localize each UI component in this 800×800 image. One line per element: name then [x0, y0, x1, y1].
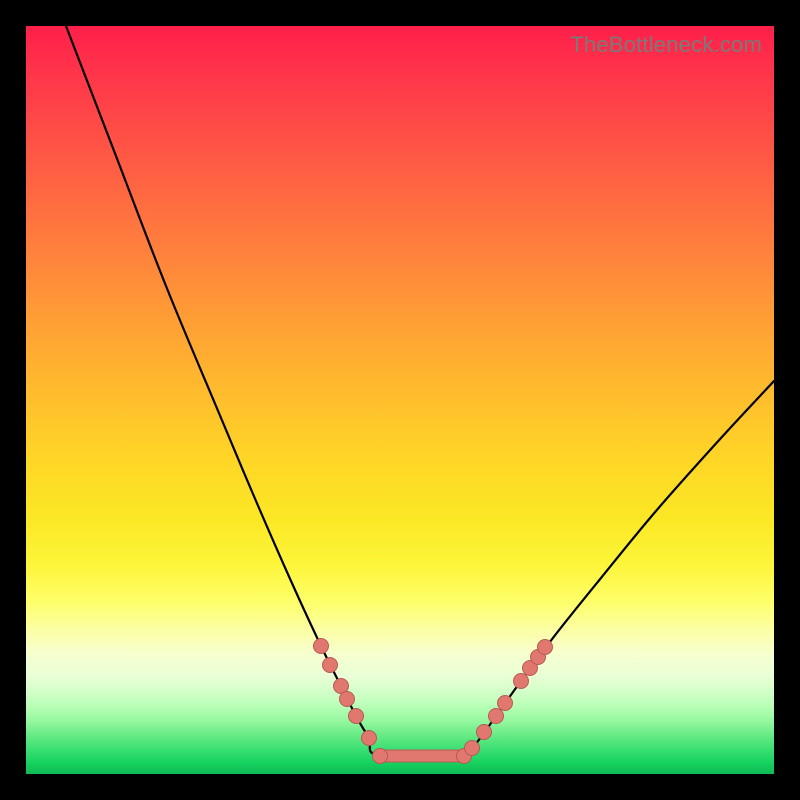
data-marker — [489, 709, 504, 724]
data-marker — [514, 674, 529, 689]
data-marker — [457, 749, 472, 764]
data-marker — [314, 639, 329, 654]
data-marker — [538, 640, 553, 655]
data-marker — [477, 725, 492, 740]
data-marker — [523, 661, 538, 676]
bottleneck-curve — [66, 26, 774, 758]
plot-area: TheBottleneck.com — [26, 26, 774, 774]
data-marker — [373, 749, 388, 764]
data-marker — [340, 692, 355, 707]
data-marker — [323, 658, 338, 673]
markers-left-group — [314, 639, 388, 764]
data-marker — [465, 741, 480, 756]
data-marker — [334, 679, 349, 694]
data-marker — [531, 650, 546, 665]
data-marker — [362, 731, 377, 746]
data-marker — [498, 696, 513, 711]
data-marker — [349, 709, 364, 724]
watermark-text: TheBottleneck.com — [570, 32, 762, 58]
markers-right-group — [457, 640, 553, 764]
curve-flat-segment — [380, 750, 464, 762]
outer-frame: TheBottleneck.com — [0, 0, 800, 800]
bottleneck-curve-svg — [26, 26, 774, 774]
